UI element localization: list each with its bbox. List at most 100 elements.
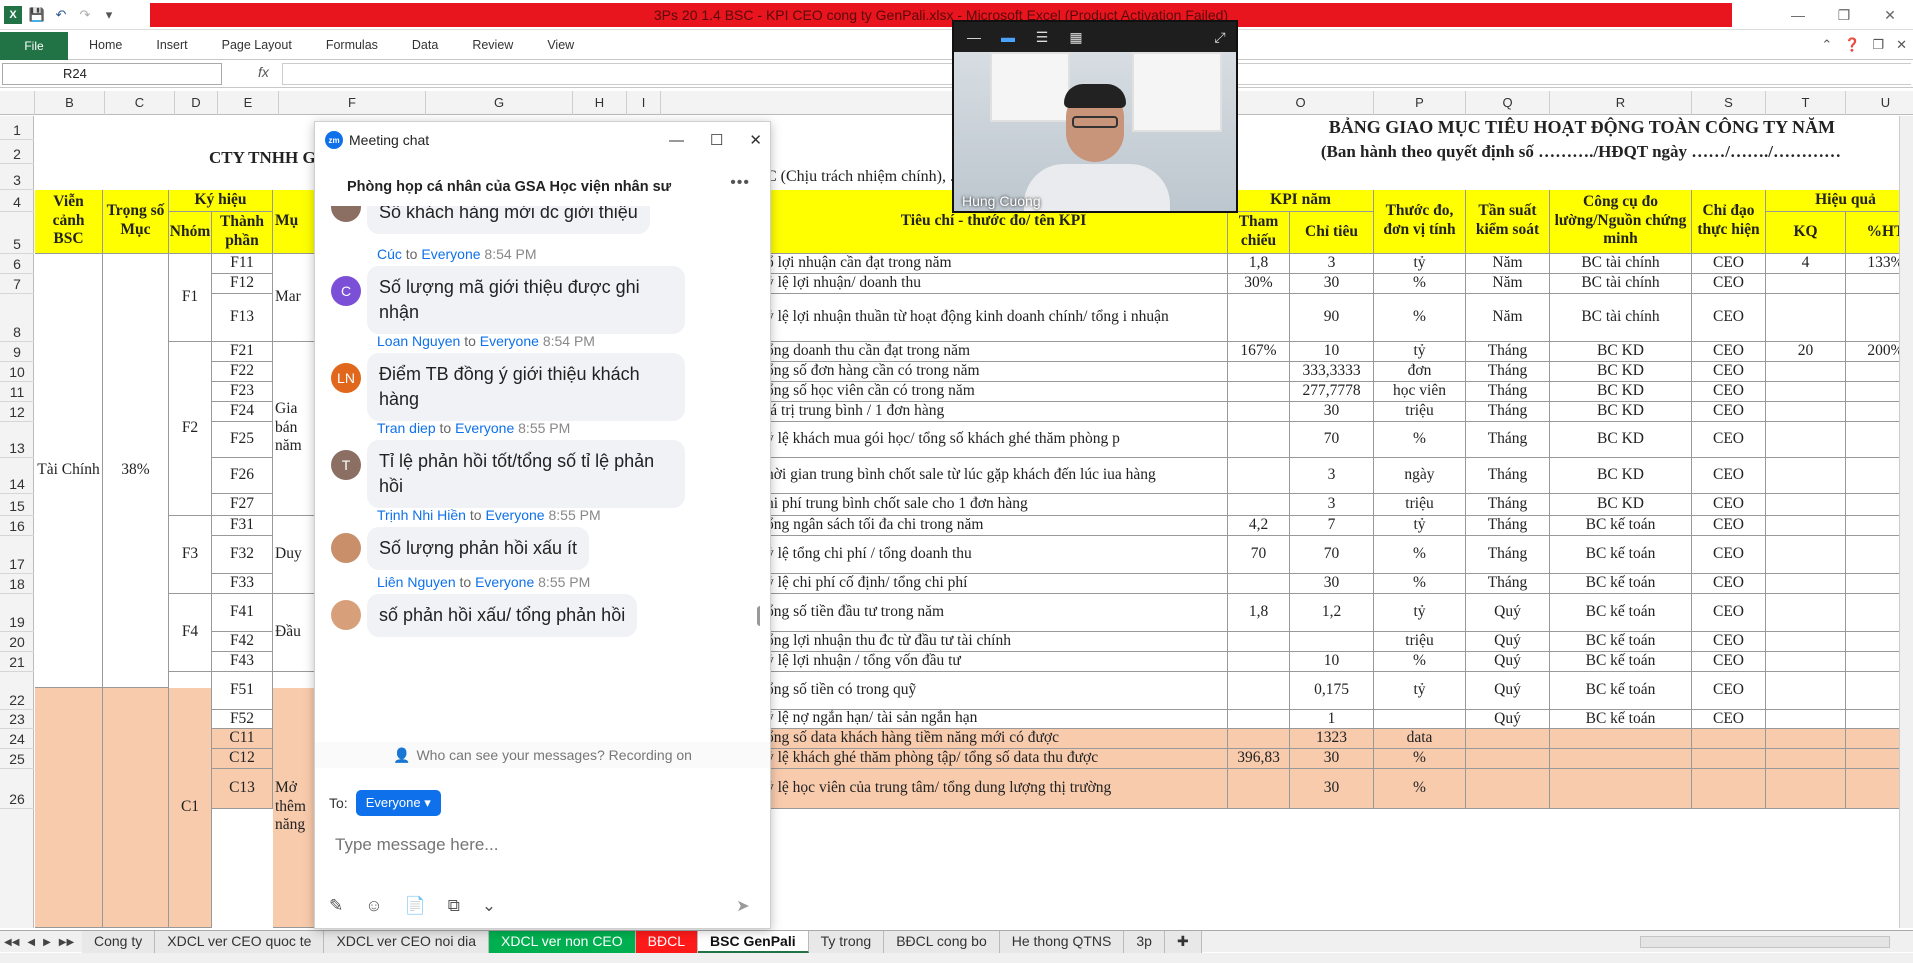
sender-name[interactable]: Loan Nguyen	[377, 333, 460, 349]
kpi-cell-ref[interactable]: 70	[1228, 536, 1290, 574]
more-options-icon[interactable]: •••	[730, 174, 750, 192]
kpi-cell-kq[interactable]	[1766, 402, 1846, 422]
tab-review[interactable]: Review	[455, 30, 530, 60]
kpi-cell-tool[interactable]: BC tài chính	[1550, 294, 1692, 342]
kpi-cell-code[interactable]: F32	[212, 536, 273, 574]
help-icon[interactable]: ❓	[1844, 37, 1860, 53]
minimize-icon[interactable]: —	[669, 132, 684, 149]
kpi-cell-kq[interactable]	[1766, 652, 1846, 672]
kpi-cell-freq[interactable]: Năm	[1466, 294, 1550, 342]
kpi-cell-lead[interactable]: CEO	[1692, 422, 1766, 458]
file-tab[interactable]: File	[0, 32, 68, 60]
kpi-cell-freq[interactable]: Năm	[1466, 254, 1550, 274]
kpi-cell-freq[interactable]: Quý	[1466, 594, 1550, 632]
kpi-cell-target[interactable]: 1,2	[1290, 594, 1374, 632]
maximize-icon[interactable]: ☐	[710, 131, 723, 149]
kpi-cell-ref[interactable]	[1228, 574, 1290, 594]
kpi-cell-freq[interactable]: Tháng	[1466, 536, 1550, 574]
kpi-cell-name[interactable]: ổng doanh thu cần đạt trong năm	[760, 342, 1228, 362]
file-icon[interactable]: 📄	[405, 896, 426, 916]
kpi-cell-freq[interactable]: Quý	[1466, 652, 1550, 672]
kpi-cell-unit[interactable]: triệu	[1374, 402, 1466, 422]
minimize-video-icon[interactable]: —	[964, 29, 984, 45]
row-header[interactable]: 22	[0, 672, 34, 710]
recipient-name[interactable]: Everyone	[421, 246, 480, 262]
kpi-cell-code[interactable]: F23	[212, 382, 273, 402]
kpi-cell-unit[interactable]: đơn	[1374, 362, 1466, 382]
kpi-cell-freq[interactable]: Tháng	[1466, 494, 1550, 516]
close-icon[interactable]: ✕	[749, 131, 762, 149]
kpi-cell-freq[interactable]	[1466, 729, 1550, 749]
avatar[interactable]: LN	[331, 363, 361, 393]
first-sheet-icon[interactable]: ◀◀	[4, 937, 19, 948]
kpi-cell-lead[interactable]: CEO	[1692, 632, 1766, 652]
row-header[interactable]: 15	[0, 494, 34, 516]
select-all-corner[interactable]	[0, 91, 35, 115]
kpi-cell-code[interactable]: F41	[212, 594, 273, 632]
kpi-cell-tool[interactable]: BC kế toán	[1550, 574, 1692, 594]
tab-page-layout[interactable]: Page Layout	[205, 30, 309, 60]
kpi-cell-name[interactable]: ỷ lệ lợi nhuận/ doanh thu	[760, 274, 1228, 294]
kpi-cell-target[interactable]: 30	[1290, 749, 1374, 769]
kpi-cell-lead[interactable]: CEO	[1692, 274, 1766, 294]
kpi-cell-target[interactable]: 10	[1290, 342, 1374, 362]
avatar[interactable]: C	[331, 276, 361, 306]
kpi-cell-tool[interactable]	[1550, 769, 1692, 809]
kpi-cell-ref[interactable]	[1228, 729, 1290, 749]
recipient-name[interactable]: Everyone	[455, 420, 514, 436]
kpi-cell-lead[interactable]	[1692, 729, 1766, 749]
tab-home[interactable]: Home	[72, 30, 139, 60]
kpi-cell-unit[interactable]: %	[1374, 274, 1466, 294]
kpi-cell-tool[interactable]: BC KD	[1550, 494, 1692, 516]
insert-sheet-icon[interactable]: ✚	[1164, 931, 1202, 953]
kpi-cell-ref[interactable]	[1228, 362, 1290, 382]
kpi-cell-lead[interactable]: CEO	[1692, 672, 1766, 710]
kpi-cell-kq[interactable]	[1766, 274, 1846, 294]
kpi-cell-tool[interactable]: BC kế toán	[1550, 672, 1692, 710]
kpi-cell-target[interactable]: 3	[1290, 458, 1374, 494]
kpi-cell-name[interactable]: ỷ lệ lợi nhuận / tổng vốn đầu tư	[760, 652, 1228, 672]
kpi-cell-code[interactable]: C13	[212, 769, 273, 809]
kpi-cell-tool[interactable]: BC KD	[1550, 402, 1692, 422]
kpi-cell-tool[interactable]: BC tài chính	[1550, 254, 1692, 274]
kpi-cell-kq[interactable]	[1766, 458, 1846, 494]
minimize-icon[interactable]: —	[1775, 0, 1821, 30]
tab-data[interactable]: Data	[395, 30, 455, 60]
kpi-cell-kq[interactable]	[1766, 710, 1846, 729]
kpi-cell-unit[interactable]: tỷ	[1374, 672, 1466, 710]
row-header[interactable]: 18	[0, 574, 34, 594]
kpi-cell-code[interactable]: F51	[212, 672, 273, 710]
kpi-cell-kq[interactable]	[1766, 632, 1846, 652]
column-header[interactable]: Q	[1466, 91, 1550, 115]
row-header[interactable]: 1	[0, 116, 34, 140]
row-header[interactable]: 24	[0, 729, 34, 749]
row-header[interactable]: 23	[0, 710, 34, 729]
customize-qat-icon[interactable]: ▾	[100, 6, 118, 24]
kpi-cell-freq[interactable]: Năm	[1466, 274, 1550, 294]
kpi-cell-ref[interactable]	[1228, 710, 1290, 729]
privacy-notice[interactable]: 👤 Who can see your messages? Recording on	[315, 742, 770, 768]
kpi-cell-target[interactable]: 30	[1290, 402, 1374, 422]
avatar[interactable]	[331, 533, 361, 563]
kpi-cell-target[interactable]: 70	[1290, 422, 1374, 458]
sheet-tab-he-thong-qtns[interactable]: He thong QTNS	[999, 931, 1125, 953]
kpi-cell-unit[interactable]: %	[1374, 422, 1466, 458]
kpi-cell-target[interactable]: 30	[1290, 769, 1374, 809]
kpi-cell-unit[interactable]: %	[1374, 294, 1466, 342]
kpi-cell-freq[interactable]: Tháng	[1466, 458, 1550, 494]
sheet-tab-bsc-genpali[interactable]: BSC GenPali	[698, 931, 809, 953]
sheet-tab-xdcl-noi-dia[interactable]: XDCL ver CEO noi dia	[324, 931, 490, 953]
restore-icon[interactable]: ❐	[1821, 0, 1867, 30]
kpi-cell-target[interactable]	[1290, 632, 1374, 652]
avatar[interactable]: T	[331, 450, 361, 480]
name-box[interactable]: R24	[2, 63, 222, 85]
kpi-cell-name[interactable]: ổng số đơn hàng cần có trong năm	[760, 362, 1228, 382]
video-thumbnail[interactable]: — ▬ ☰ ▦ ⤢ Hung Cuong	[952, 20, 1238, 213]
kpi-cell-lead[interactable]: CEO	[1692, 594, 1766, 632]
gallery-view-icon[interactable]: ▦	[1066, 29, 1086, 45]
kpi-cell-code[interactable]: F11	[212, 254, 273, 274]
recipient-dropdown[interactable]: Everyone ▾	[355, 790, 441, 816]
kpi-cell-freq[interactable]: Quý	[1466, 710, 1550, 729]
kpi-cell-freq[interactable]: Quý	[1466, 632, 1550, 652]
kpi-cell-unit[interactable]: triệu	[1374, 632, 1466, 652]
